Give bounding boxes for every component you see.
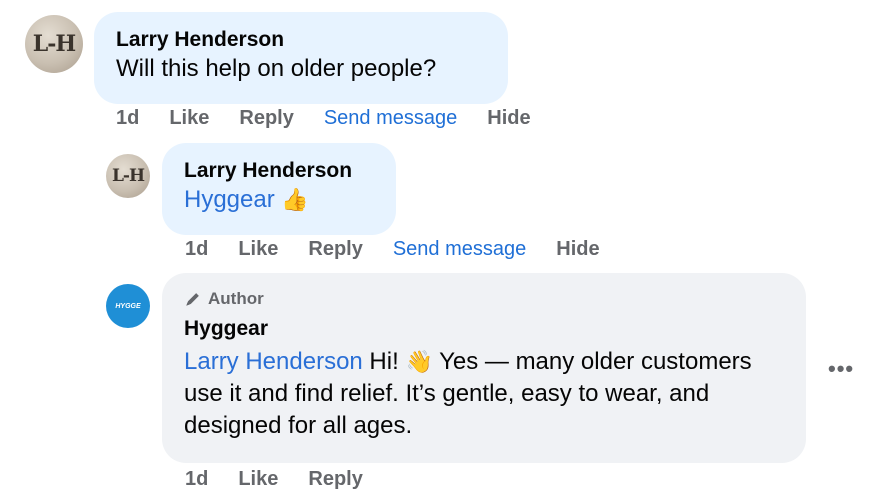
comment-bubble: Larry Henderson Hyggear 👍 <box>162 143 396 235</box>
avatar-initials: L-H <box>111 166 145 186</box>
avatar-initials: L-H <box>32 31 76 57</box>
more-options-icon[interactable]: ••• <box>828 358 854 380</box>
comment-timestamp[interactable]: 1d <box>185 468 208 491</box>
avatar[interactable]: L-H <box>25 15 83 73</box>
reply-button[interactable]: Reply <box>308 468 362 491</box>
comment-timestamp[interactable]: 1d <box>116 107 139 130</box>
send-message-button[interactable]: Send message <box>393 238 526 261</box>
like-button[interactable]: Like <box>238 468 278 491</box>
comment-timestamp[interactable]: 1d <box>185 238 208 261</box>
comment-actions: 1d Like Reply <box>185 468 393 491</box>
like-button[interactable]: Like <box>238 238 278 261</box>
send-message-button[interactable]: Send message <box>324 107 457 130</box>
thumbs-up-emoji-icon: 👍 <box>281 187 309 212</box>
comment-author[interactable]: Larry Henderson <box>184 158 374 184</box>
comment-text: Will this help on older people? <box>116 55 437 82</box>
like-button[interactable]: Like <box>169 107 209 130</box>
reply-button[interactable]: Reply <box>308 238 362 261</box>
comment-actions: 1d Like Reply Send message Hide <box>185 238 630 261</box>
comment-author[interactable]: Larry Henderson <box>116 27 486 53</box>
page-avatar-logo: HYGGE <box>115 302 141 310</box>
mention-link[interactable]: Hyggear <box>184 186 275 213</box>
page-avatar[interactable]: HYGGE <box>106 284 150 328</box>
reply-button[interactable]: Reply <box>239 107 293 130</box>
comment-bubble: Larry Henderson Will this help on older … <box>94 12 508 104</box>
author-badge-label: Author <box>208 289 264 308</box>
author-badge: Author <box>184 288 784 310</box>
comment-author[interactable]: Hyggear <box>184 316 784 342</box>
hide-button[interactable]: Hide <box>487 107 530 130</box>
pencil-icon <box>186 293 199 306</box>
waving-hand-emoji-icon: 👋 <box>405 349 433 374</box>
comment-text-part: Hi! <box>362 348 406 375</box>
comment-actions: 1d Like Reply Send message Hide <box>116 107 561 130</box>
comment-bubble: Author Hyggear Larry Henderson Hi! 👋 Yes… <box>162 273 806 463</box>
mention-link[interactable]: Larry Henderson <box>184 348 363 375</box>
avatar[interactable]: L-H <box>106 154 150 198</box>
hide-button[interactable]: Hide <box>556 238 599 261</box>
